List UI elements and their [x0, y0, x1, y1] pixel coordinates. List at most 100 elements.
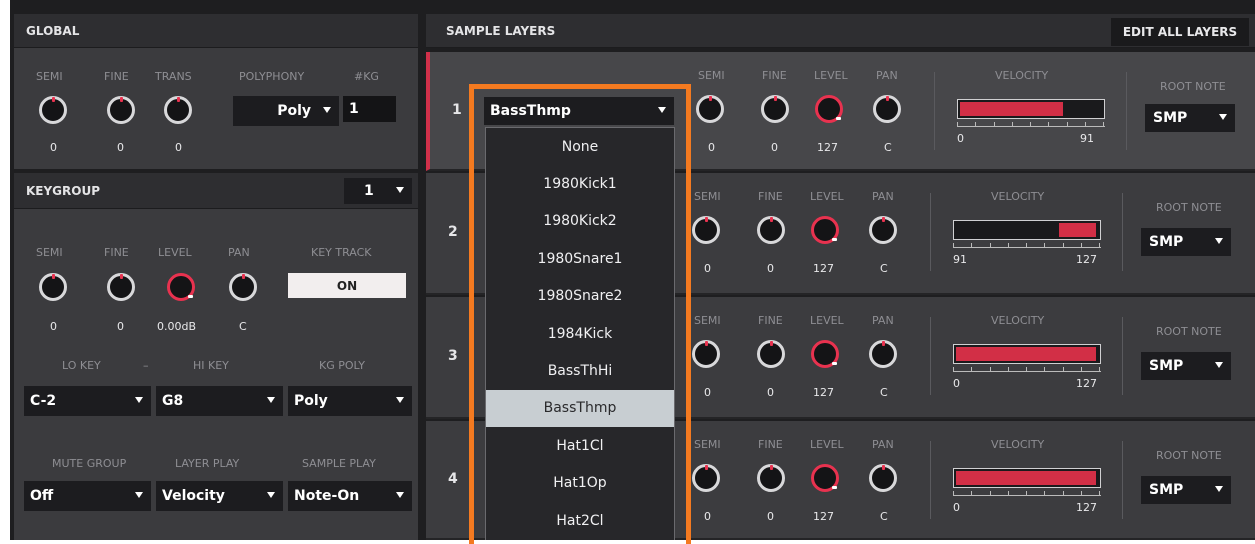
layer-fine-knob[interactable] — [761, 95, 789, 123]
layer-pan-knob[interactable] — [869, 340, 897, 368]
velocity-range-bar[interactable] — [953, 220, 1101, 240]
chevron-down-icon — [396, 492, 404, 498]
kg-semi-label: SEMI — [36, 246, 63, 259]
layer-semi-knob[interactable] — [692, 216, 720, 244]
highlight-box — [469, 84, 691, 544]
layer-fine-knob[interactable] — [757, 464, 785, 492]
sample-layers-title: SAMPLE LAYERS — [446, 23, 556, 38]
mute-group-label: MUTE GROUP — [52, 457, 127, 470]
global-semi-knob[interactable] — [39, 96, 67, 124]
key-range-dash: – — [143, 359, 149, 372]
velocity-tick — [1044, 243, 1046, 247]
velocity-tick — [1062, 491, 1064, 495]
velocity-tick — [971, 243, 973, 247]
lo-key-label: LO KEY — [62, 359, 101, 372]
layer-pan-knob[interactable] — [873, 95, 901, 123]
kg-semi-knob[interactable] — [39, 273, 67, 301]
root-note-value: SMP — [1149, 234, 1184, 250]
velocity-range-fill — [956, 471, 1096, 485]
layer-semi-knob[interactable] — [696, 95, 724, 123]
velocity-high-value: 127 — [1076, 253, 1097, 266]
polyphony-select[interactable]: Poly — [233, 96, 339, 126]
velocity-range-bar[interactable] — [957, 99, 1105, 119]
lo-key-select[interactable]: C-2 — [24, 386, 151, 416]
global-semi-value: 0 — [50, 141, 57, 154]
layer-number: 2 — [448, 224, 458, 240]
kg-count-field[interactable]: 1 — [343, 96, 396, 122]
velocity-tick — [1011, 122, 1013, 126]
chevron-down-icon — [396, 397, 404, 403]
velocity-high-value: 91 — [1080, 132, 1094, 145]
velocity-tick — [1080, 243, 1082, 247]
layer-semi-label: SEMI — [694, 314, 721, 327]
layer-fine-value: 0 — [767, 386, 774, 399]
kg-fine-knob[interactable] — [107, 273, 135, 301]
sample-play-value: Note-On — [294, 488, 360, 504]
root-note-value: SMP — [1149, 482, 1184, 498]
root-note-select[interactable]: SMP — [1141, 352, 1231, 380]
velocity-tick — [1084, 122, 1086, 126]
key-track-label: KEY TRACK — [311, 246, 372, 259]
layer-level-label: LEVEL — [810, 190, 844, 203]
layer-pan-knob[interactable] — [869, 216, 897, 244]
velocity-tick — [1103, 122, 1104, 126]
layer-pan-knob[interactable] — [869, 464, 897, 492]
global-fine-knob[interactable] — [107, 96, 135, 124]
global-trans-value: 0 — [175, 141, 182, 154]
global-trans-knob[interactable] — [164, 96, 192, 124]
kg-pan-knob[interactable] — [229, 273, 257, 301]
velocity-tick — [1099, 367, 1100, 371]
mute-group-value: Off — [30, 488, 54, 504]
velocity-tick — [1080, 491, 1082, 495]
mute-group-select[interactable]: Off — [24, 481, 151, 511]
key-track-toggle[interactable]: ON — [288, 273, 406, 298]
keygroup-panel: KEYGROUP 1 SEMI FINE LEVEL PAN KEY TRACK… — [14, 173, 418, 540]
layer-semi-knob[interactable] — [692, 340, 720, 368]
layer-level-value: 127 — [813, 386, 834, 399]
polyphony-value: Poly — [277, 103, 311, 119]
velocity-range-bar[interactable] — [953, 468, 1101, 488]
layer-fine-value: 0 — [767, 262, 774, 275]
divider — [934, 72, 935, 150]
velocity-tick — [1044, 367, 1046, 371]
layer-play-select[interactable]: Velocity — [156, 481, 283, 511]
layer-semi-knob[interactable] — [692, 464, 720, 492]
velocity-low-value: 0 — [953, 377, 960, 390]
divider — [1126, 72, 1127, 150]
layer-level-knob[interactable] — [811, 464, 839, 492]
divider — [1122, 441, 1123, 519]
edit-all-layers-button[interactable]: EDIT ALL LAYERS — [1111, 18, 1249, 46]
chevron-down-icon — [135, 492, 143, 498]
kg-poly-label: KG POLY — [319, 359, 365, 372]
velocity-tick — [1007, 243, 1009, 247]
root-note-select[interactable]: SMP — [1141, 228, 1231, 256]
velocity-tick — [953, 243, 954, 247]
layer-level-knob[interactable] — [811, 340, 839, 368]
velocity-tick — [1044, 491, 1046, 495]
layer-number: 1 — [452, 101, 462, 118]
keygroup-select[interactable]: 1 — [344, 178, 412, 204]
velocity-range-bar[interactable] — [953, 344, 1101, 364]
root-note-select[interactable]: SMP — [1145, 104, 1235, 132]
layer-fine-knob[interactable] — [757, 216, 785, 244]
layer-play-value: Velocity — [162, 488, 225, 504]
hi-key-select[interactable]: G8 — [156, 386, 283, 416]
global-panel: GLOBAL SEMI FINE TRANS POLYPHONY #KG Pol… — [14, 14, 418, 169]
velocity-low-value: 0 — [957, 132, 964, 145]
kg-semi-value: 0 — [50, 320, 57, 333]
layer-level-knob[interactable] — [815, 95, 843, 123]
kg-pan-label: PAN — [228, 246, 250, 259]
layer-fine-knob[interactable] — [757, 340, 785, 368]
velocity-tick — [1062, 367, 1064, 371]
layer-number: 4 — [448, 470, 458, 487]
velocity-tick — [1026, 367, 1027, 371]
layer-fine-label: FINE — [762, 69, 787, 82]
sample-play-select[interactable]: Note-On — [288, 481, 412, 511]
layer-pan-label: PAN — [872, 314, 894, 327]
lo-key-value: C-2 — [30, 393, 57, 409]
kg-poly-select[interactable]: Poly — [288, 386, 412, 416]
layer-level-knob[interactable] — [811, 216, 839, 244]
layer-level-label: LEVEL — [810, 438, 844, 451]
root-note-select[interactable]: SMP — [1141, 476, 1231, 504]
kg-level-knob[interactable] — [167, 273, 195, 301]
